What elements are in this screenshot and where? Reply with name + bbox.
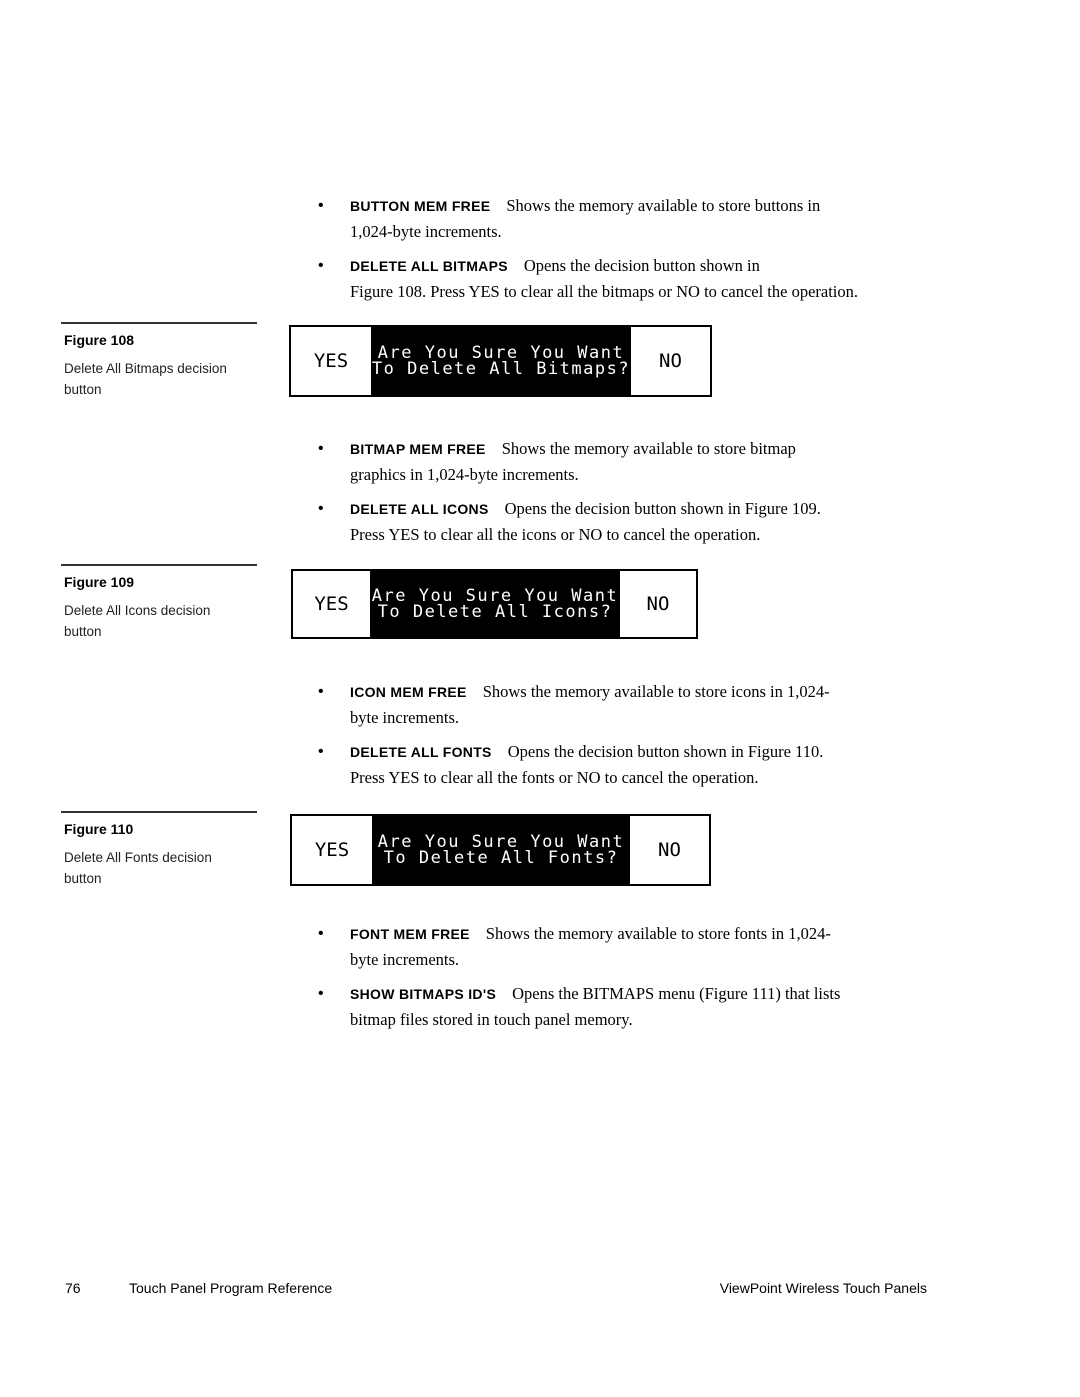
bullet-term: FONT MEM FREE — [350, 926, 470, 942]
bullet-desc: Shows the memory available to store font… — [485, 924, 831, 943]
bullet-dot: • — [318, 257, 324, 274]
figure-description: Delete All Bitmaps decision button — [64, 361, 227, 397]
bullet-desc-cont: bitmap files stored in touch panel memor… — [350, 1010, 633, 1029]
bullet-dot: • — [318, 500, 324, 517]
bullet-desc-cont: Press YES to clear all the fonts or NO t… — [350, 768, 759, 787]
yes-button[interactable]: YES — [293, 571, 370, 637]
no-button[interactable]: NO — [631, 327, 710, 395]
bullet-dot: • — [318, 743, 324, 760]
bullet-term: ICON MEM FREE — [350, 684, 467, 700]
bullet-term: BUTTON MEM FREE — [350, 198, 491, 214]
no-button[interactable]: NO — [620, 571, 696, 637]
yes-button[interactable]: YES — [291, 327, 371, 395]
bullet-desc-cont: byte increments. — [350, 950, 460, 969]
bullet-desc-cont: Press YES to clear all the icons or NO t… — [350, 525, 761, 544]
bullet-dot: • — [318, 683, 324, 700]
decision-message: Are You Sure You Want To Delete All Bitma… — [371, 327, 631, 395]
figure-label: Figure 109 — [64, 574, 135, 590]
bullet-desc: Opens the BITMAPS menu (Figure 111) that… — [512, 984, 841, 1003]
decision-message: Are You Sure You Want To Delete All Fonts… — [372, 816, 630, 884]
figure-110-caption: Figure 110 Delete All Fonts decision butt… — [61, 811, 257, 889]
bullet-desc: Opens the decision button shown in Figur… — [504, 499, 821, 518]
footer-right-title: ViewPoint Wireless Touch Panels — [719, 1280, 927, 1296]
figure-109-caption: Figure 109 Delete All Icons decision butt… — [61, 564, 257, 642]
bullet-desc-cont: 1,024-byte increments. — [350, 222, 502, 241]
figure-label: Figure 108 — [64, 332, 135, 348]
yes-button[interactable]: YES — [292, 816, 372, 884]
decision-message: Are You Sure You Want To Delete All Icons… — [370, 571, 620, 637]
delete-all-bitmaps-decision: YES Are You Sure You Want To Delete All B… — [289, 325, 712, 397]
figure-description: Delete All Icons decision button — [64, 603, 211, 639]
bullet-term: DELETE ALL FONTS — [350, 744, 492, 760]
bullet-dot: • — [318, 197, 324, 214]
delete-all-fonts-decision: YES Are You Sure You Want To Delete All F… — [290, 814, 711, 886]
bullet-desc-cont: Figure 108. Press YES to clear all the b… — [350, 282, 859, 301]
footer-left-title: Touch Panel Program Reference — [129, 1280, 333, 1296]
bullet-desc: Shows the memory available to store icon… — [482, 682, 830, 701]
bullet-desc: Shows the memory available to store bitm… — [501, 439, 796, 458]
bullet-desc-cont: graphics in 1,024-byte increments. — [350, 465, 579, 484]
no-button[interactable]: NO — [630, 816, 709, 884]
bullet-desc: Opens the decision button shown in — [523, 256, 760, 275]
bullet-desc-cont: byte increments. — [350, 708, 460, 727]
bullet-term: DELETE ALL ICONS — [350, 501, 489, 517]
page-number: 76 — [65, 1280, 81, 1296]
bullet-dot: • — [318, 440, 324, 457]
bullet-term: SHOW BITMAPS ID'S — [350, 986, 497, 1002]
figure-description: Delete All Fonts decision button — [64, 850, 212, 886]
delete-all-icons-decision: YES Are You Sure You Want To Delete All I… — [291, 569, 698, 639]
figure-108-caption: Figure 108 Delete All Bitmaps decision bu… — [61, 322, 257, 400]
bullet-dot: • — [318, 925, 324, 942]
bullet-dot: • — [318, 985, 324, 1002]
bullet-term: BITMAP MEM FREE — [350, 441, 486, 457]
bullet-desc: Shows the memory available to store butt… — [506, 196, 821, 215]
bullet-term: DELETE ALL BITMAPS — [350, 258, 508, 274]
bullet-desc: Opens the decision button shown in Figur… — [507, 742, 824, 761]
figure-label: Figure 110 — [64, 821, 134, 837]
